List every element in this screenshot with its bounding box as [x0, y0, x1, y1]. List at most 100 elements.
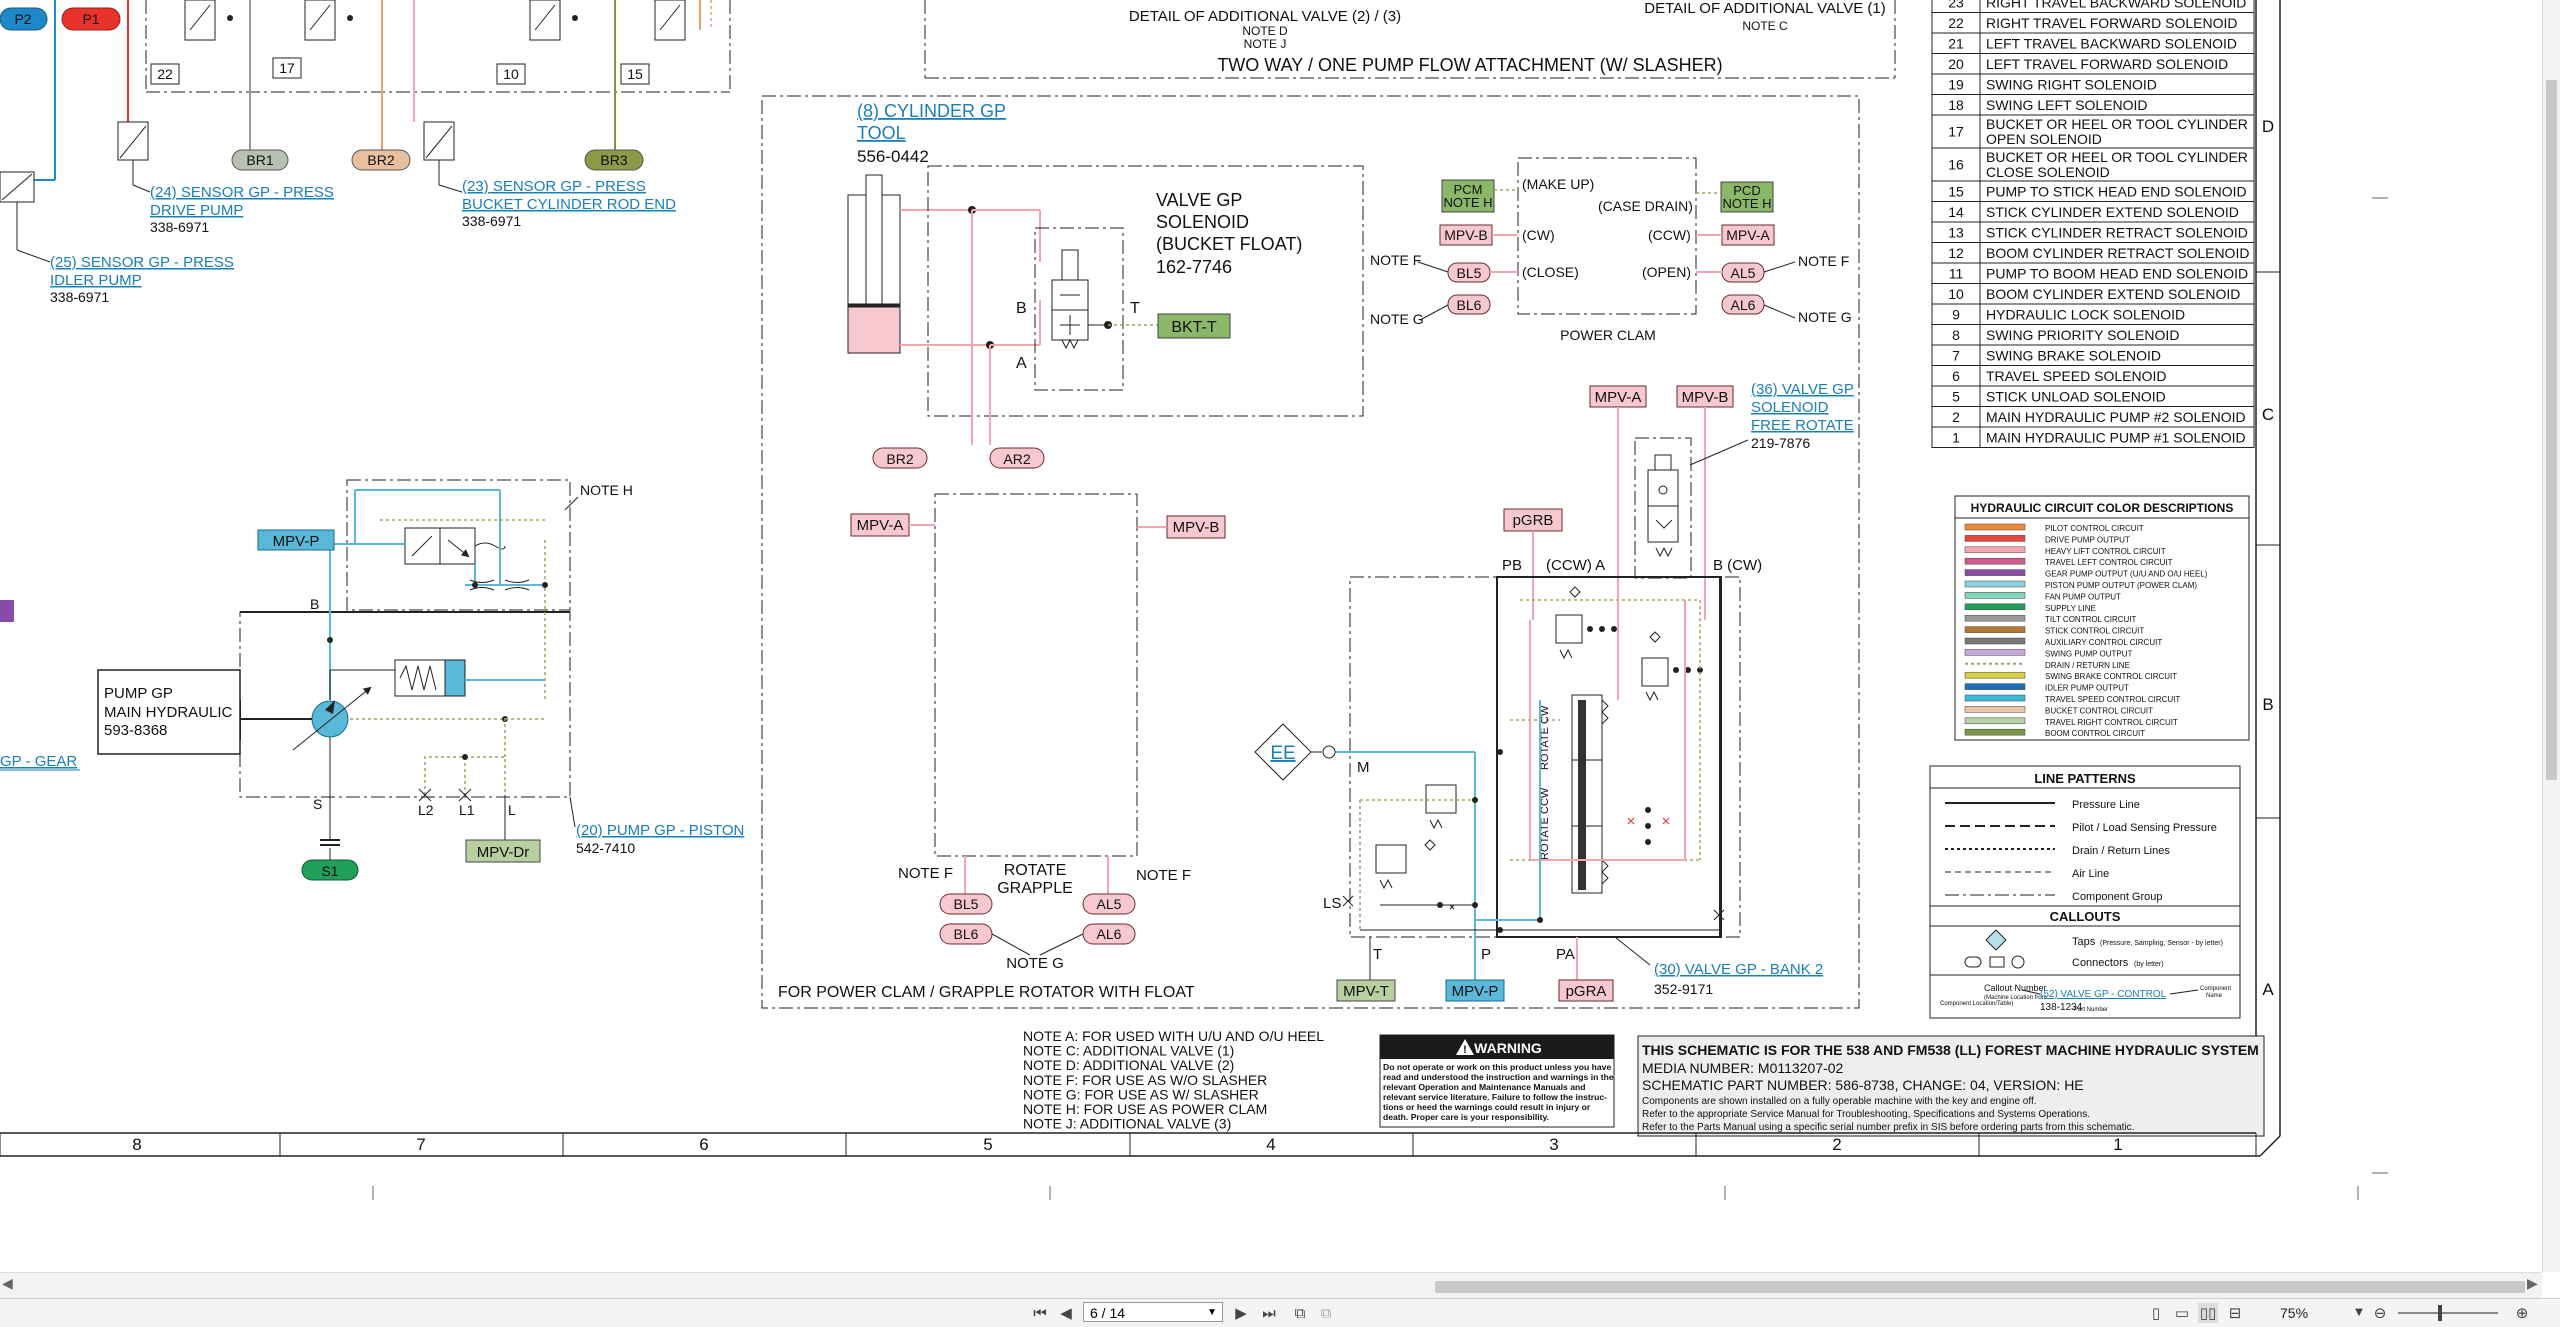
svg-text:MAIN HYDRAULIC PUMP #2 SOLENOI: MAIN HYDRAULIC PUMP #2 SOLENOID [1986, 409, 2246, 425]
svg-text:TILT CONTROL CIRCUIT: TILT CONTROL CIRCUIT [2045, 615, 2137, 624]
svg-text:NOTE G: NOTE G [1798, 309, 1852, 325]
svg-text:13: 13 [1948, 224, 1964, 240]
svg-text:SWING PRIORITY SOLENOID: SWING PRIORITY SOLENOID [1986, 327, 2179, 343]
sample-callout-link[interactable]: (52) VALVE GP - CONTROL [2040, 989, 2167, 1000]
svg-text:NOTE H: NOTE H [1443, 195, 1492, 210]
link-gear-pump[interactable]: GP - GEAR [0, 753, 77, 770]
svg-text:(CASE DRAIN): (CASE DRAIN) [1598, 198, 1693, 214]
single-page-view-icon[interactable]: ▯ [2146, 1303, 2166, 1323]
svg-text:MPV-P: MPV-P [1452, 983, 1499, 1000]
svg-text:BKT-T: BKT-T [1171, 319, 1217, 336]
svg-text:ROTATE: ROTATE [1004, 862, 1067, 879]
split-view-icon[interactable]: ⊟ [2224, 1303, 2246, 1323]
svg-text:D: D [2262, 117, 2274, 136]
svg-text:SWING RIGHT SOLENOID: SWING RIGHT SOLENOID [1986, 76, 2157, 92]
svg-text:RIGHT TRAVEL BACKWARD SOLENOID: RIGHT TRAVEL BACKWARD SOLENOID [1986, 0, 2246, 10]
svg-text:Component: Component [2200, 986, 2231, 992]
svg-text:T: T [1373, 946, 1382, 963]
link-sensor-23-line2[interactable]: BUCKET CYLINDER ROD END [462, 196, 676, 213]
svg-text:Part Number: Part Number [2074, 1007, 2108, 1013]
zoom-level[interactable]: 75% [2280, 1303, 2308, 1323]
link-sensor-25-line2[interactable]: IDLER PUMP [50, 272, 142, 289]
svg-text:T: T [1130, 300, 1140, 317]
svg-text:pGRB: pGRB [1513, 512, 1554, 529]
svg-text:NOTE F: NOTE F [898, 865, 953, 882]
link-cylinder-tool-line2[interactable]: TOOL [857, 123, 906, 143]
facing-view-icon[interactable]: ▯▯ [2198, 1303, 2218, 1323]
svg-text:9: 9 [1952, 306, 1960, 322]
svg-text:(CCW): (CCW) [1648, 227, 1691, 243]
link-pump-piston[interactable]: (20) PUMP GP - PISTON [576, 822, 744, 839]
svg-text:AL6: AL6 [1731, 297, 1756, 313]
svg-text:HEAVY LIFT CONTROL CIRCUIT: HEAVY LIFT CONTROL CIRCUIT [2045, 547, 2166, 556]
rotate-grapple-group [934, 493, 1138, 857]
svg-text:BUCKET OR HEEL OR TOOL CYLINDE: BUCKET OR HEEL OR TOOL CYLINDER [1986, 116, 2248, 132]
color-swatch [1964, 694, 2026, 702]
page-dropdown-icon[interactable]: ▼ [1207, 1303, 1217, 1323]
link-sensor-24[interactable]: (24) SENSOR GP - PRESS [150, 184, 334, 201]
last-page-button[interactable]: ⏭ [1257, 1303, 1281, 1323]
horizontal-scrollbar[interactable]: ◀ ▶ [0, 1272, 2542, 1299]
svg-text:BR2: BR2 [886, 451, 913, 467]
svg-text:22: 22 [157, 66, 173, 82]
color-swatch [1964, 603, 2026, 611]
link-valve-free-rotate-2[interactable]: SOLENOID [1751, 399, 1829, 416]
svg-text:10: 10 [503, 66, 519, 82]
color-descriptions-legend: HYDRAULIC CIRCUIT COLOR DESCRIPTIONS PIL… [1954, 495, 2250, 741]
svg-text:A: A [1016, 355, 1027, 372]
vertical-scroll-thumb[interactable] [2546, 80, 2557, 780]
zoom-slider-track[interactable] [2398, 1312, 2498, 1314]
svg-text:tions or heed the warnings cou: tions or heed the warnings could result … [1383, 1102, 1591, 1112]
zoom-in-icon[interactable]: ⊕ [2512, 1303, 2532, 1323]
svg-text:Component Location/Table): Component Location/Table) [1940, 1001, 2013, 1007]
link-sensor-25[interactable]: (25) SENSOR GP - PRESS [50, 254, 234, 271]
svg-text:12: 12 [1948, 245, 1964, 261]
next-page-button[interactable]: ▶ [1231, 1303, 1251, 1323]
svg-text:PA: PA [1556, 946, 1575, 963]
svg-text:DRAIN / RETURN LINE: DRAIN / RETURN LINE [2045, 661, 2130, 670]
svg-text:MPV-B: MPV-B [1444, 227, 1488, 243]
vertical-scrollbar[interactable] [2542, 0, 2560, 1272]
svg-text:STICK UNLOAD SOLENOID: STICK UNLOAD SOLENOID [1986, 388, 2166, 404]
link-cylinder-tool[interactable]: (8) CYLINDER GP [857, 101, 1006, 121]
svg-text:(CW): (CW) [1522, 227, 1555, 243]
svg-text:AL6: AL6 [1097, 926, 1122, 942]
scroll-right-icon[interactable]: ▶ [2527, 1276, 2538, 1292]
page-number-field[interactable]: 6 / 14 ▼ [1083, 1302, 1223, 1322]
link-valve-free-rotate-3[interactable]: FREE ROTATE [1751, 417, 1854, 434]
link-valve-free-rotate[interactable]: (36) VALVE GP [1751, 381, 1854, 398]
horizontal-scroll-thumb[interactable] [1435, 1281, 2525, 1293]
svg-text:NOTE G: NOTE G [1370, 311, 1424, 327]
svg-text:A: A [2262, 980, 2274, 999]
svg-text:L2: L2 [418, 802, 434, 818]
link-sensor-23[interactable]: (23) SENSOR GP - PRESS [462, 178, 646, 195]
svg-text:!: ! [1463, 1044, 1467, 1056]
prev-page-button[interactable]: ◀ [1056, 1303, 1076, 1323]
zoom-dropdown-icon[interactable]: ▼ [2352, 1303, 2366, 1323]
sensor-25-part: 338-6971 [50, 289, 109, 305]
fit-page-icon[interactable]: ⧉ [1290, 1303, 1310, 1323]
svg-text:M: M [1357, 759, 1370, 776]
link-valve-bank-2[interactable]: (30) VALVE GP - BANK 2 [1654, 961, 1823, 978]
svg-text:LEFT TRAVEL FORWARD SOLENOID: LEFT TRAVEL FORWARD SOLENOID [1986, 56, 2228, 72]
svg-text:(BUCKET FLOAT): (BUCKET FLOAT) [1156, 234, 1302, 254]
page-number-value: 6 / 14 [1090, 1305, 1126, 1321]
zoom-slider-handle[interactable] [2438, 1305, 2442, 1321]
zoom-out-icon[interactable]: ⊖ [2370, 1303, 2390, 1323]
link-sensor-24-line2[interactable]: DRIVE PUMP [150, 202, 243, 219]
svg-text:TRAVEL SPEED SOLENOID: TRAVEL SPEED SOLENOID [1986, 368, 2167, 384]
viewer-toolbar: ⏮ ◀ 6 / 14 ▼ ▶ ⏭ ⧉ ⧉ ▯ ▭ ▯▯ ⊟ 75% ▼ ⊖ ⊕ [0, 1298, 2560, 1327]
fit-width-icon[interactable]: ⧉ [1316, 1303, 1336, 1323]
continuous-view-icon[interactable]: ▭ [2172, 1303, 2192, 1323]
svg-text:Air Line: Air Line [2072, 868, 2109, 880]
cylinder-part: 556-0442 [857, 147, 929, 166]
scroll-left-icon[interactable]: ◀ [2, 1276, 13, 1292]
svg-text:C: C [2262, 405, 2274, 424]
drawing-viewport[interactable]: P2 P1 22 17 10 15 BR1 BR2 BR3 (24) SENSO… [0, 0, 2542, 1272]
svg-text:NOTE F: NOTE F [1370, 252, 1421, 268]
first-page-button[interactable]: ⏮ [1030, 1303, 1050, 1323]
svg-text:BUCKET CONTROL CIRCUIT: BUCKET CONTROL CIRCUIT [2045, 706, 2153, 715]
svg-text:AUXILIARY CONTROL CIRCUIT: AUXILIARY CONTROL CIRCUIT [2045, 638, 2162, 647]
svg-text:pGRA: pGRA [1566, 983, 1607, 1000]
sensor-24-part: 338-6971 [150, 219, 209, 235]
